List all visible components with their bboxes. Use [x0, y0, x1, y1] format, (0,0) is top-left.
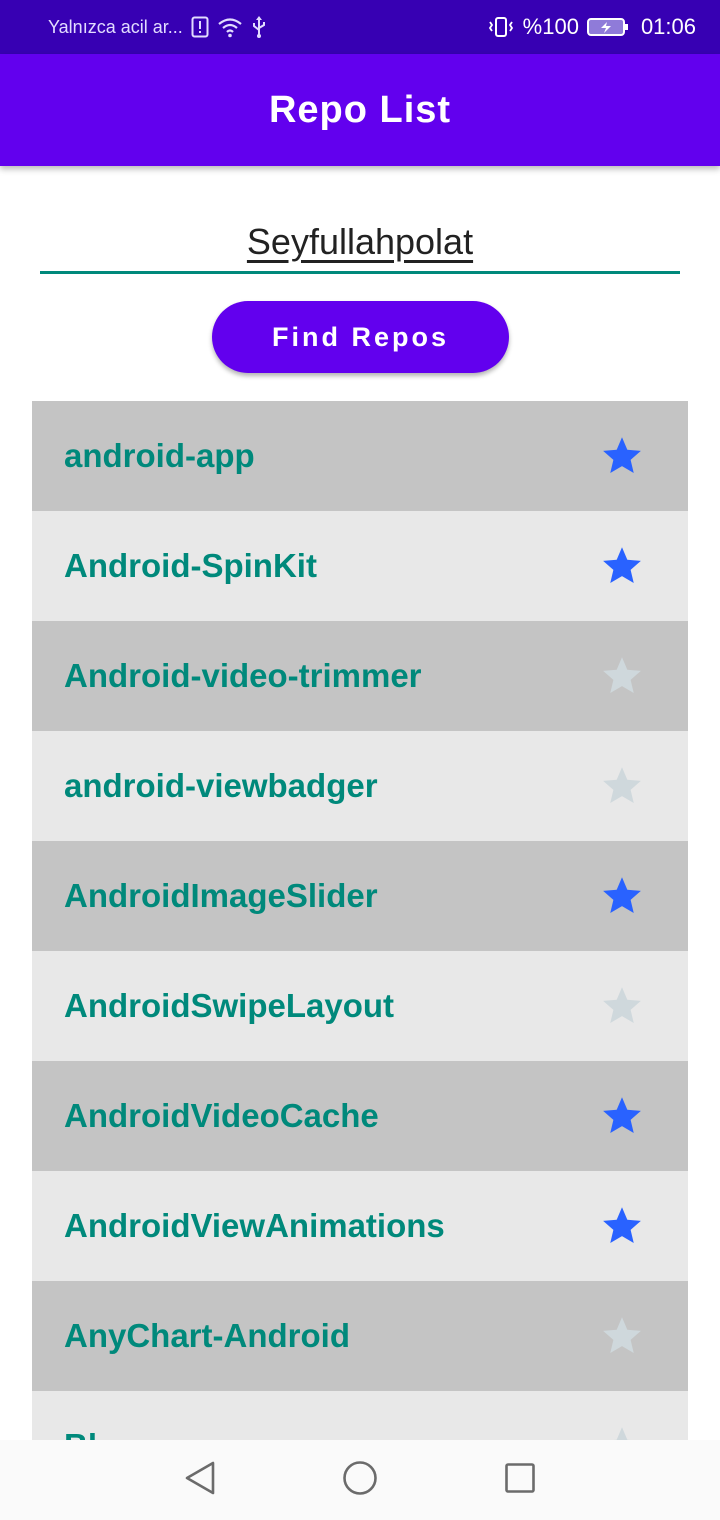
- star-icon[interactable]: [600, 1424, 644, 1440]
- app-bar: Repo List: [0, 54, 720, 166]
- repo-name: AndroidViewAnimations: [64, 1207, 445, 1244]
- star-icon[interactable]: [600, 1094, 644, 1138]
- find-repos-button[interactable]: Find Repos: [212, 301, 509, 373]
- repo-name: android-app: [64, 437, 255, 474]
- star-icon[interactable]: [600, 544, 644, 588]
- vibrate-icon: [487, 16, 515, 38]
- repo-name: Android-video-trimmer: [64, 657, 422, 694]
- repo-row[interactable]: AndroidImageSlider: [32, 841, 688, 951]
- recents-icon: [504, 1462, 536, 1499]
- repo-row[interactable]: android-app: [32, 401, 688, 511]
- star-icon[interactable]: [600, 984, 644, 1028]
- repo-row[interactable]: android-viewbadger: [32, 731, 688, 841]
- repo-row[interactable]: Android-video-trimmer: [32, 621, 688, 731]
- recents-button[interactable]: [440, 1440, 600, 1520]
- repo-name: AndroidImageSlider: [64, 877, 378, 914]
- navigation-bar: [0, 1440, 720, 1520]
- status-bar: Yalnızca acil ar... %100 01:06: [0, 0, 720, 54]
- battery-charging-icon: [586, 16, 629, 38]
- repo-name: Bl...: [64, 1427, 125, 1440]
- repo-list[interactable]: android-app Android-SpinKit Android-vide…: [32, 401, 688, 1440]
- back-button[interactable]: [120, 1440, 280, 1520]
- carrier-text: Yalnızca acil ar...: [48, 16, 183, 37]
- repo-name: AndroidSwipeLayout: [64, 987, 394, 1024]
- clock-time: 01:06: [640, 14, 696, 39]
- star-icon[interactable]: [600, 764, 644, 808]
- usb-icon: [251, 16, 267, 38]
- home-button[interactable]: [280, 1440, 440, 1520]
- star-icon[interactable]: [600, 874, 644, 918]
- repo-name: AnyChart-Android: [64, 1317, 350, 1354]
- repo-name: Android-SpinKit: [64, 547, 317, 584]
- status-right: %100 01:06: [487, 14, 696, 40]
- repo-row[interactable]: AndroidSwipeLayout: [32, 951, 688, 1061]
- repo-row[interactable]: AndroidViewAnimations: [32, 1171, 688, 1281]
- page-title: Repo List: [268, 88, 452, 131]
- repo-name: android-viewbadger: [64, 767, 378, 804]
- wifi-icon: [217, 16, 243, 38]
- repo-row[interactable]: Bl...: [32, 1391, 688, 1440]
- repo-row[interactable]: Android-SpinKit: [32, 511, 688, 621]
- username-input[interactable]: [60, 221, 660, 263]
- battery-percent: %100: [522, 14, 579, 39]
- status-left: Yalnızca acil ar...: [48, 16, 267, 38]
- repo-row[interactable]: AnyChart-Android: [32, 1281, 688, 1391]
- repo-name: AndroidVideoCache: [64, 1097, 379, 1134]
- star-icon[interactable]: [600, 1314, 644, 1358]
- repo-row[interactable]: AndroidVideoCache: [32, 1061, 688, 1171]
- star-icon[interactable]: [600, 654, 644, 698]
- back-icon: [183, 1460, 217, 1501]
- username-field[interactable]: [40, 212, 680, 274]
- home-icon: [342, 1460, 378, 1501]
- star-icon[interactable]: [600, 1204, 644, 1248]
- star-icon[interactable]: [600, 434, 644, 478]
- alert-icon: [191, 16, 209, 38]
